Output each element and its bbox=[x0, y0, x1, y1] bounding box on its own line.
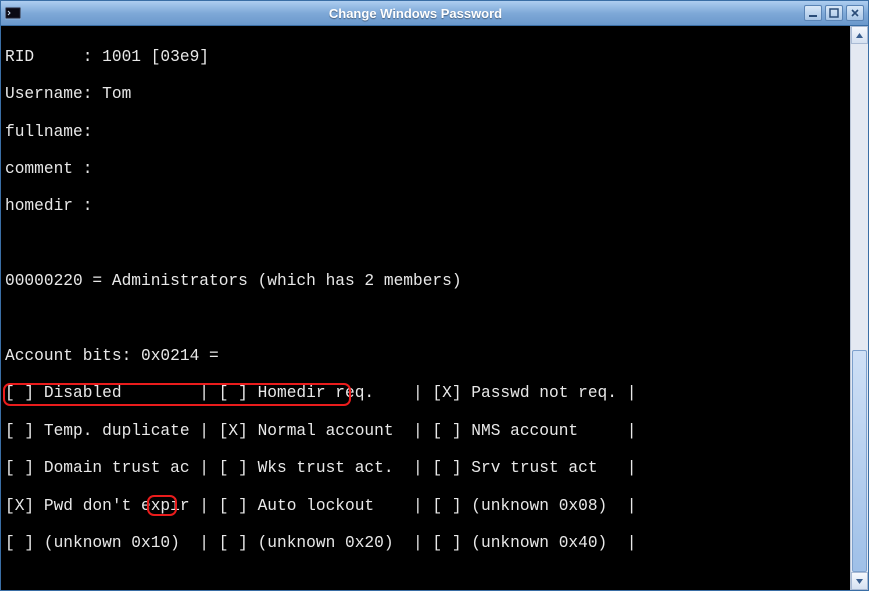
window-title: Change Windows Password bbox=[27, 6, 804, 21]
terminal-line: [X] Pwd don't expir | [ ] Auto lockout |… bbox=[5, 497, 846, 516]
terminal-line: [ ] (unknown 0x10) | [ ] (unknown 0x20) … bbox=[5, 534, 846, 553]
terminal-icon bbox=[5, 5, 21, 21]
terminal-line: 00000220 = Administrators (which has 2 m… bbox=[5, 272, 846, 291]
scroll-up-button[interactable] bbox=[851, 26, 868, 44]
terminal[interactable]: RID : 1001 [03e9] Username: Tom fullname… bbox=[1, 26, 850, 590]
terminal-line: RID : 1001 [03e9] bbox=[5, 48, 846, 67]
vertical-scrollbar[interactable] bbox=[850, 26, 868, 590]
terminal-line bbox=[5, 310, 846, 329]
terminal-line: [ ] Disabled | [ ] Homedir req. | [X] Pa… bbox=[5, 384, 846, 403]
titlebar: Change Windows Password bbox=[1, 1, 868, 26]
scrollbar-track[interactable] bbox=[851, 44, 868, 572]
terminal-line: [ ] Domain trust ac | [ ] Wks trust act.… bbox=[5, 459, 846, 478]
terminal-line: Account bits: 0x0214 = bbox=[5, 347, 846, 366]
terminal-line: Username: Tom bbox=[5, 85, 846, 104]
app-window: Change Windows Password RID : 1001 [03e9… bbox=[0, 0, 869, 591]
scrollbar-thumb[interactable] bbox=[852, 350, 867, 572]
minimize-button[interactable] bbox=[804, 5, 822, 21]
close-button[interactable] bbox=[846, 5, 864, 21]
terminal-line: fullname: bbox=[5, 123, 846, 142]
scroll-down-button[interactable] bbox=[851, 572, 868, 590]
terminal-line: homedir : bbox=[5, 197, 846, 216]
client-area: RID : 1001 [03e9] Username: Tom fullname… bbox=[1, 26, 868, 590]
terminal-line: comment : bbox=[5, 160, 846, 179]
maximize-button[interactable] bbox=[825, 5, 843, 21]
terminal-line bbox=[5, 571, 846, 590]
terminal-line bbox=[5, 235, 846, 254]
terminal-line: [ ] Temp. duplicate | [X] Normal account… bbox=[5, 422, 846, 441]
